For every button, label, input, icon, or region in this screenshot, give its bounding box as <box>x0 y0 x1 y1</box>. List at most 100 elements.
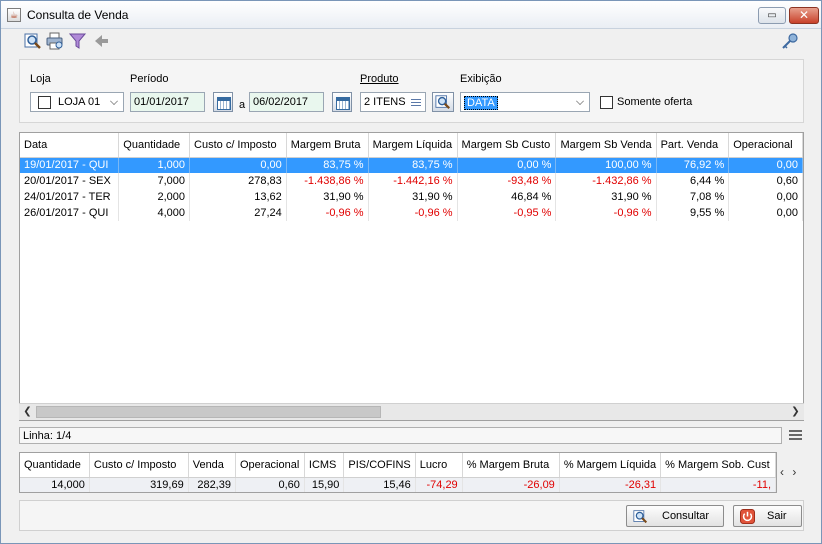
horizontal-scrollbar[interactable]: ❮ ❯ <box>19 403 804 420</box>
row-status-bar: Linha: 1/4 <box>19 427 782 444</box>
column-header: Quantidade <box>20 453 90 478</box>
column-header[interactable]: Custo c/ Imposto <box>189 133 287 158</box>
table-cell: -1.442,16 % <box>368 173 458 189</box>
column-header[interactable]: Margem Sb Custo <box>457 133 557 158</box>
bottom-bar: Consultar Sair <box>19 500 804 531</box>
column-header: Operacional <box>235 453 305 478</box>
column-header: % Margem Bruta <box>462 453 560 478</box>
total-cell: 0,60 <box>235 477 305 492</box>
chevron-down-icon <box>576 97 584 105</box>
table-cell: 27,24 <box>189 205 287 221</box>
table-cell: 4,000 <box>118 205 191 221</box>
results-grid[interactable]: Data Quantidade Custo c/ Imposto Margem … <box>19 132 804 421</box>
column-header: PIS/COFINS <box>343 453 416 478</box>
produto-search-button[interactable] <box>432 92 454 112</box>
somente-oferta-checkbox[interactable] <box>600 96 613 109</box>
search-icon <box>633 510 648 524</box>
column-header: % Margem Líquida <box>559 453 662 478</box>
total-cell: 14,000 <box>20 477 90 492</box>
total-cell: 319,69 <box>89 477 189 492</box>
exibicao-label: Exibição <box>460 73 502 85</box>
date-to-field[interactable]: 06/02/2017 <box>249 92 324 112</box>
calendar-icon[interactable] <box>213 92 233 112</box>
sair-label: Sair <box>767 510 787 522</box>
table-cell: 13,62 <box>189 189 287 205</box>
power-icon <box>740 509 755 524</box>
table-cell: 0,00 <box>728 205 803 221</box>
table-cell: 1,000 <box>118 157 191 173</box>
main-window: ☕ Consulta de Venda ▭ ✕ Loja LOJA 01 Per… <box>0 0 822 544</box>
exibicao-value: DATA <box>464 96 498 110</box>
search-icon[interactable] <box>24 32 42 50</box>
row-counter: Linha: 1/4 <box>23 430 72 442</box>
title-bar: ☕ Consulta de Venda ▭ ✕ <box>1 1 821 29</box>
table-cell: 7,000 <box>118 173 191 189</box>
column-header[interactable]: Part. Venda <box>656 133 730 158</box>
restore-button[interactable]: ▭ <box>758 7 786 24</box>
chevron-down-icon <box>110 97 118 105</box>
table-cell: 83,75 % <box>368 157 458 173</box>
table-cell: -0,96 % <box>286 205 369 221</box>
close-button[interactable]: ✕ <box>789 7 819 24</box>
table-cell: 19/01/2017 - QUI <box>20 157 120 173</box>
column-header[interactable]: Data <box>20 133 120 158</box>
consultar-button[interactable]: Consultar <box>626 505 724 527</box>
table-row[interactable]: 19/01/2017 - QUI 1,000 0,00 83,75 % 83,7… <box>20 157 803 173</box>
produto-label[interactable]: Produto <box>360 73 399 85</box>
table-cell: 100,00 % <box>555 157 657 173</box>
produto-field[interactable]: 2 ITENS <box>360 92 426 112</box>
filter-icon[interactable] <box>69 32 87 50</box>
table-row[interactable]: 20/01/2017 - SEX 7,000 278,83 -1.438,86 … <box>20 173 803 189</box>
search-icon <box>435 95 451 110</box>
table-cell: 9,55 % <box>656 205 730 221</box>
loja-checkbox[interactable] <box>38 96 51 109</box>
table-cell: 0,00 <box>728 189 803 205</box>
calendar-icon[interactable] <box>332 92 352 112</box>
table-cell: 31,90 % <box>555 189 657 205</box>
print-icon[interactable] <box>46 32 64 50</box>
window-title: Consulta de Venda <box>27 8 129 22</box>
column-header[interactable]: Margem Bruta <box>286 133 369 158</box>
chevron-right-icon[interactable]: › <box>792 465 796 479</box>
loja-value: LOJA 01 <box>58 96 101 108</box>
total-cell: 282,39 <box>188 477 236 492</box>
table-row[interactable]: 26/01/2017 - QUI 4,000 27,24 -0,96 % -0,… <box>20 205 803 221</box>
table-cell: 0,60 <box>728 173 803 189</box>
total-cell: 15,46 <box>343 477 416 492</box>
column-header[interactable]: Margem Líquida <box>368 133 458 158</box>
loja-label: Loja <box>30 73 51 85</box>
table-cell: -0,96 % <box>555 205 657 221</box>
total-cell: 15,90 <box>304 477 345 492</box>
results-table: Data Quantidade Custo c/ Imposto Margem … <box>20 133 803 221</box>
exibicao-combo[interactable]: DATA <box>460 92 590 112</box>
column-header[interactable]: Operacional <box>728 133 803 158</box>
column-header: Venda <box>188 453 236 478</box>
consultar-label: Consultar <box>662 510 710 522</box>
table-cell: 0,00 <box>728 157 803 173</box>
sair-button[interactable]: Sair <box>733 505 802 527</box>
loja-combo[interactable]: LOJA 01 <box>30 92 124 112</box>
column-header[interactable]: Margem Sb Venda <box>555 133 657 158</box>
back-arrow-icon[interactable] <box>93 32 111 50</box>
chevron-left-icon[interactable]: ‹ <box>780 465 784 479</box>
scrollbar-thumb[interactable] <box>36 406 381 418</box>
table-header-row: Data Quantidade Custo c/ Imposto Margem … <box>20 133 803 158</box>
table-row[interactable]: 24/01/2017 - TER 2,000 13,62 31,90 % 31,… <box>20 189 803 205</box>
total-cell: -26,09 <box>462 477 560 492</box>
a-label: a <box>239 99 246 111</box>
totals-row: 14,000 319,69 282,39 0,60 15,90 15,46 -7… <box>20 477 776 492</box>
key-icon[interactable] <box>781 32 799 50</box>
table-cell: 46,84 % <box>457 189 557 205</box>
list-icon <box>411 99 421 106</box>
column-header[interactable]: Quantidade <box>118 133 191 158</box>
table-cell: 26/01/2017 - QUI <box>20 205 120 221</box>
column-header: Lucro <box>415 453 463 478</box>
table-cell: 7,08 % <box>656 189 730 205</box>
table-cell: 83,75 % <box>286 157 369 173</box>
date-from-field[interactable]: 01/01/2017 <box>130 92 205 112</box>
scroll-right-icon[interactable]: ❯ <box>787 404 804 421</box>
table-cell: 31,90 % <box>368 189 458 205</box>
menu-icon[interactable] <box>789 430 802 440</box>
table-cell: -1.438,86 % <box>286 173 369 189</box>
scroll-left-icon[interactable]: ❮ <box>19 404 36 421</box>
